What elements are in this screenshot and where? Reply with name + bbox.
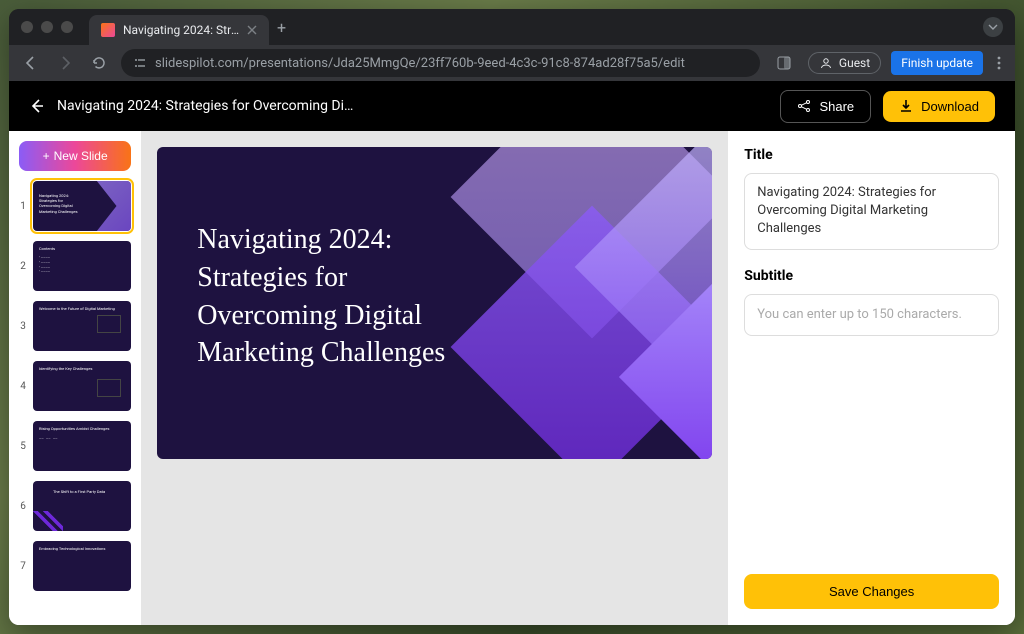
title-input[interactable]: Navigating 2024: Strategies for Overcomi… xyxy=(744,173,999,250)
download-button[interactable]: Download xyxy=(883,91,995,122)
thumbnail-panel[interactable]: + New Slide 1 Navigating 2024: Strategie… xyxy=(9,131,141,625)
url-text: slidespilot.com/presentations/Jda25MmgQe… xyxy=(155,56,685,71)
thumb-row: 5 Rising Opportunities Amidst Challenges… xyxy=(19,421,131,471)
address-bar[interactable]: slidespilot.com/presentations/Jda25MmgQe… xyxy=(121,49,760,77)
reload-button[interactable] xyxy=(87,51,111,75)
thumb-row: 4 Identifying the Key Challenges xyxy=(19,361,131,411)
new-slide-button[interactable]: + New Slide xyxy=(19,141,131,171)
tab-title: Navigating 2024: Strategies f xyxy=(123,23,239,37)
forward-button[interactable] xyxy=(53,51,77,75)
profile-label: Guest xyxy=(839,56,870,70)
title-label: Title xyxy=(744,147,999,163)
download-icon xyxy=(899,99,913,113)
presentation-title: Navigating 2024: Strategies for Overcomi… xyxy=(57,98,357,114)
window-minimize-dot[interactable] xyxy=(41,21,53,33)
thumb-row: 6 The Shift to a First Party Data xyxy=(19,481,131,531)
finish-update-label: Finish update xyxy=(901,56,973,70)
thumb-number: 3 xyxy=(19,321,27,332)
slide-thumbnail-1[interactable]: Navigating 2024: Strategies for Overcomi… xyxy=(33,181,131,231)
close-icon[interactable] xyxy=(247,25,257,35)
app-header: Navigating 2024: Strategies for Overcomi… xyxy=(9,81,1015,131)
slide-thumbnail-6[interactable]: The Shift to a First Party Data xyxy=(33,481,131,531)
thumb-row: 7 Embracing Technological Innovations xyxy=(19,541,131,591)
share-label: Share xyxy=(819,99,854,114)
browser-window: Navigating 2024: Strategies f + xyxy=(9,9,1015,625)
slide-thumbnail-5[interactable]: Rising Opportunities Amidst Challenges —… xyxy=(33,421,131,471)
thumb-number: 2 xyxy=(19,261,27,272)
app-body: + New Slide 1 Navigating 2024: Strategie… xyxy=(9,131,1015,625)
reader-mode-icon[interactable] xyxy=(770,49,798,77)
tab-dropdown-button[interactable] xyxy=(983,17,1003,37)
site-settings-icon[interactable] xyxy=(133,56,147,70)
save-label: Save Changes xyxy=(829,584,914,599)
share-button[interactable]: Share xyxy=(780,90,871,123)
subtitle-label: Subtitle xyxy=(744,268,999,284)
slide-thumbnail-3[interactable]: Welcome to the Future of Digital Marketi… xyxy=(33,301,131,351)
profile-chip[interactable]: Guest xyxy=(808,52,881,74)
new-slide-label: New Slide xyxy=(54,149,108,163)
thumb-row: 3 Welcome to the Future of Digital Marke… xyxy=(19,301,131,351)
browser-tab-active[interactable]: Navigating 2024: Strategies f xyxy=(89,15,269,45)
properties-panel: Title Navigating 2024: Strategies for Ov… xyxy=(728,131,1015,625)
browser-tabs: Navigating 2024: Strategies f + xyxy=(89,9,983,45)
share-icon xyxy=(797,99,811,113)
new-tab-button[interactable]: + xyxy=(269,18,294,37)
window-close-dot[interactable] xyxy=(21,21,33,33)
subtitle-input[interactable] xyxy=(744,294,999,336)
slide-canvas-area[interactable]: Navigating 2024: Strategies for Overcomi… xyxy=(141,131,728,625)
person-icon xyxy=(819,56,833,70)
thumb-number: 5 xyxy=(19,441,27,452)
browser-toolbar: slidespilot.com/presentations/Jda25MmgQe… xyxy=(9,45,1015,81)
slide-thumbnail-4[interactable]: Identifying the Key Challenges xyxy=(33,361,131,411)
slide-thumbnail-2[interactable]: Contents • ————• ————• ————• ———— xyxy=(33,241,131,291)
slide-title-text[interactable]: Navigating 2024: Strategies for Overcomi… xyxy=(197,221,477,372)
tab-favicon xyxy=(101,23,115,37)
app-back-button[interactable] xyxy=(29,98,45,114)
thumb-row: 1 Navigating 2024: Strategies for Overco… xyxy=(19,181,131,231)
browser-titlebar: Navigating 2024: Strategies f + xyxy=(9,9,1015,45)
window-controls xyxy=(21,21,73,33)
thumb-row: 2 Contents • ————• ————• ————• ———— xyxy=(19,241,131,291)
download-label: Download xyxy=(921,99,979,114)
thumb-number: 4 xyxy=(19,381,27,392)
slide-thumbnail-7[interactable]: Embracing Technological Innovations xyxy=(33,541,131,591)
thumb-number: 7 xyxy=(19,561,27,572)
finish-update-button[interactable]: Finish update xyxy=(891,51,983,75)
titlebar-right xyxy=(983,17,1003,37)
thumb-number: 6 xyxy=(19,501,27,512)
window-maximize-dot[interactable] xyxy=(61,21,73,33)
slide[interactable]: Navigating 2024: Strategies for Overcomi… xyxy=(157,147,712,459)
save-changes-button[interactable]: Save Changes xyxy=(744,574,999,609)
browser-menu-button[interactable] xyxy=(993,55,1005,71)
thumb-number: 1 xyxy=(19,201,27,212)
back-button[interactable] xyxy=(19,51,43,75)
plus-icon: + xyxy=(43,149,50,163)
